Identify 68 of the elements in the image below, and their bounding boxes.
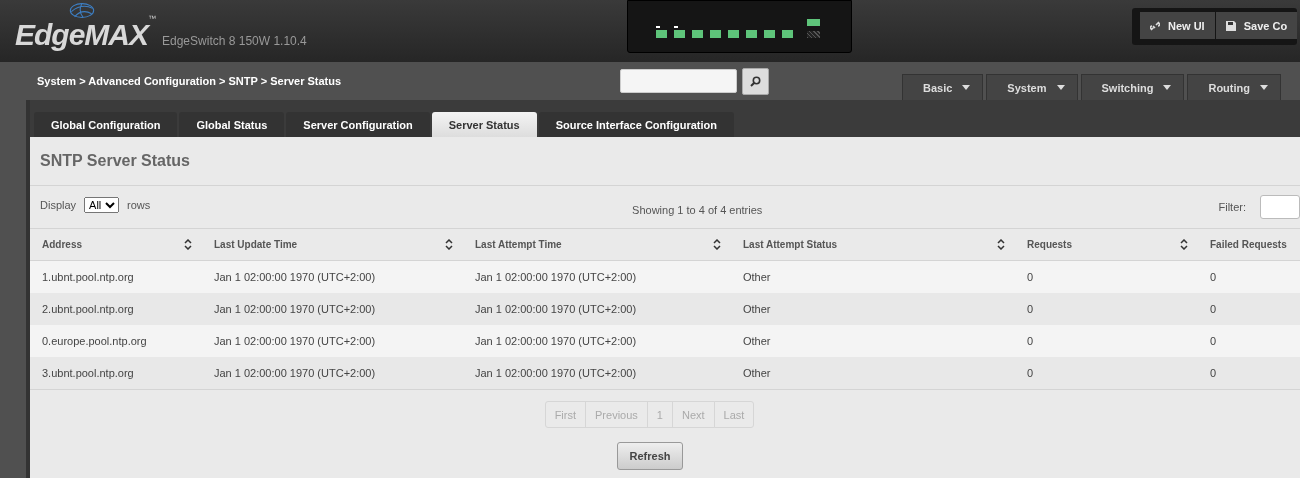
table-cell-text: Jan 1 02:00:00 1970 (UTC+2:00)	[474, 334, 638, 349]
port-icon[interactable]	[656, 26, 667, 38]
table-cell-text: Jan 1 02:00:00 1970 (UTC+2:00)	[213, 366, 377, 381]
search-button[interactable]	[742, 67, 769, 95]
sort-icon	[1180, 239, 1188, 250]
column-header[interactable]: Address	[30, 229, 202, 260]
table-cell-text: 0.europe.pool.ntp.org	[41, 334, 148, 349]
column-header[interactable]: Failed Requests	[1198, 229, 1300, 260]
save-button[interactable]: Save Co	[1215, 12, 1298, 39]
table-cell-text: Jan 1 02:00:00 1970 (UTC+2:00)	[474, 302, 638, 317]
column-header[interactable]: Last Attempt Status	[731, 229, 1015, 260]
rows-select[interactable]: All	[84, 197, 120, 213]
table-cell-text: Jan 1 02:00:00 1970 (UTC+2:00)	[474, 366, 638, 381]
sort-icon	[997, 239, 1005, 250]
table-cell-text: Jan 1 02:00:00 1970 (UTC+2:00)	[213, 270, 377, 285]
table-cell-text: 0	[1026, 302, 1035, 317]
menu-button[interactable]: System	[986, 74, 1078, 100]
column-header[interactable]: Last Update Time	[202, 229, 463, 260]
link-icon	[1150, 20, 1160, 31]
tab[interactable]: Server Status	[431, 112, 537, 137]
table-cell-text: 0	[1026, 270, 1035, 285]
tab[interactable]: Source Interface Configuration	[538, 112, 734, 137]
column-header[interactable]: Last Attempt Time	[463, 229, 731, 260]
new-ui-button[interactable]: New UI	[1140, 12, 1215, 39]
filter-field[interactable]	[1260, 195, 1300, 219]
search-icon	[750, 75, 761, 87]
sort-icon	[713, 239, 721, 250]
table-cell-text: 0	[1026, 366, 1035, 381]
table-cell-text: 0	[1209, 302, 1218, 317]
sort-icon	[184, 239, 192, 250]
column-header[interactable]: Requests	[1015, 229, 1198, 260]
caret-icon	[1260, 85, 1268, 90]
display-label: Display	[40, 199, 77, 211]
table-cell-text: 2.ubnt.pool.ntp.org	[41, 302, 135, 317]
menu-button[interactable]: Switching	[1080, 74, 1185, 100]
table-cell-text: 1.ubnt.pool.ntp.org	[41, 270, 135, 285]
table-cell-text: 0	[1209, 270, 1218, 285]
tab[interactable]: Global Status	[179, 112, 285, 137]
search-field[interactable]	[620, 69, 737, 93]
caret-icon	[962, 85, 971, 90]
port-icon[interactable]	[674, 26, 685, 38]
save-icon	[1225, 20, 1236, 31]
sort-icon	[445, 239, 453, 250]
table-cell-text: Other	[742, 334, 772, 349]
table-cell-text: 0	[1209, 334, 1218, 349]
panel-title: SNTP Server Status	[40, 152, 190, 170]
table-cell-text: Jan 1 02:00:00 1970 (UTC+2:00)	[213, 334, 377, 349]
table-cell-text: Other	[742, 366, 772, 381]
breadcrumb: System > Advanced Configuration > SNTP > Server Status	[37, 75, 343, 87]
table-cell-text: 0	[1026, 334, 1035, 349]
menu-button[interactable]: Basic	[902, 74, 984, 100]
trademark: ™	[148, 14, 156, 23]
caret-icon	[1056, 85, 1065, 90]
device-name: EdgeSwitch 8 150W 1.10.4	[162, 34, 307, 48]
table-cell-text: 0	[1209, 366, 1218, 381]
tab[interactable]: Server Configuration	[286, 112, 430, 137]
menu-button[interactable]: Routing	[1187, 74, 1281, 100]
entries-info: Showing 1 to 4 of 4 entries	[632, 204, 764, 216]
filter-label: Filter:	[1218, 201, 1246, 213]
table-cell-text: Jan 1 02:00:00 1970 (UTC+2:00)	[213, 302, 377, 317]
table-cell-text: Other	[742, 302, 772, 317]
refresh-button[interactable]: Refresh	[617, 442, 683, 470]
caret-icon	[1163, 85, 1172, 90]
tab[interactable]: Global Configuration	[34, 112, 178, 137]
rows-label: rows	[127, 199, 151, 211]
table-cell-text: 3.ubnt.pool.ntp.org	[41, 366, 135, 381]
table-cell-text: Other	[742, 270, 772, 285]
table-cell-text: Jan 1 02:00:00 1970 (UTC+2:00)	[474, 270, 638, 285]
